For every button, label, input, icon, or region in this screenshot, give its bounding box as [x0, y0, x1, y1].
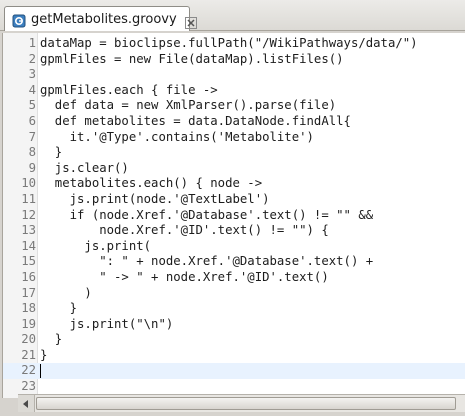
code-line[interactable]: 17 )	[3, 286, 465, 302]
line-number: 5	[28, 98, 36, 113]
line-text[interactable]: js.print("\n")	[40, 317, 174, 333]
line-text[interactable]: js.clear()	[40, 161, 129, 177]
code-line[interactable]: 5 def data = new XmlParser().parse(file)	[3, 98, 465, 114]
code-line[interactable]: 18 }	[3, 301, 465, 317]
line-number: 20	[21, 332, 36, 347]
line-number: 10	[21, 176, 36, 191]
code-line[interactable]: 1 dataMap = bioclipse.fullPath("/WikiPath…	[3, 36, 465, 52]
arrow-left-icon	[23, 399, 28, 408]
horizontal-scrollbar[interactable]	[18, 394, 465, 412]
code-line[interactable]: 11 js.print(node.'@TextLabel')	[3, 192, 465, 208]
code-line[interactable]: 20 }	[3, 332, 465, 348]
line-text[interactable]: def metabolites = data.DataNode.findAll{	[40, 114, 351, 130]
groovy-file-icon	[12, 13, 26, 27]
line-number: 23	[21, 379, 36, 394]
line-number: 14	[21, 238, 36, 253]
line-number: 19	[21, 316, 36, 331]
line-number: 1	[28, 36, 36, 50]
close-icon[interactable]	[184, 14, 197, 29]
line-text[interactable]: gpmlFiles = new File(dataMap).listFiles(…	[40, 52, 344, 68]
line-number: 13	[21, 223, 36, 238]
line-text[interactable]: it.'@Type'.contains('Metabolite')	[40, 130, 314, 146]
code-line[interactable]: 23	[3, 379, 465, 395]
line-number: 9	[28, 160, 36, 175]
line-text[interactable]: }	[40, 145, 62, 161]
text-caret	[40, 364, 41, 379]
line-text[interactable]: )	[40, 286, 91, 302]
line-text[interactable]: node.Xref.'@ID'.text() != "") {	[40, 223, 329, 239]
line-text[interactable]: dataMap = bioclipse.fullPath("/WikiPathw…	[40, 36, 418, 52]
tab-title: getMetabolites.groovy	[31, 12, 177, 27]
line-number: 22	[21, 363, 36, 378]
line-number: 4	[28, 82, 36, 97]
scroll-thumb[interactable]	[36, 397, 456, 410]
code-line[interactable]: 6 def metabolites = data.DataNode.findAl…	[3, 114, 465, 130]
code-line[interactable]: 16 " -> " + node.Xref.'@ID'.text()	[3, 270, 465, 286]
line-text[interactable]: ": " + node.Xref.'@Database'.text() +	[40, 254, 373, 270]
tab-getmetabolites[interactable]: getMetabolites.groovy	[4, 6, 197, 32]
line-text[interactable]: metabolites.each() { node ->	[40, 176, 262, 192]
line-text[interactable]: }	[40, 348, 47, 364]
line-text[interactable]: if (node.Xref.'@Database'.text() != "" &…	[40, 208, 374, 224]
code-line[interactable]: 22	[3, 363, 465, 380]
line-text[interactable]: }	[40, 301, 77, 317]
line-number: 7	[28, 129, 36, 144]
editor-tab-bar: getMetabolites.groovy	[0, 0, 465, 32]
code-line[interactable]: 19 js.print("\n")	[3, 317, 465, 333]
code-line[interactable]: 21}	[3, 348, 465, 364]
code-line[interactable]: 2 gpmlFiles = new File(dataMap).listFiles…	[3, 52, 465, 68]
line-number: 8	[28, 145, 36, 160]
code-line[interactable]: 15 ": " + node.Xref.'@Database'.text() +	[3, 254, 465, 270]
line-text[interactable]: gpmlFiles.each { file ->	[40, 83, 218, 99]
line-number: 21	[21, 347, 36, 362]
code-editor[interactable]: 1 dataMap = bioclipse.fullPath("/WikiPath…	[2, 33, 465, 398]
line-number: 2	[28, 51, 36, 66]
line-number: 16	[21, 269, 36, 284]
line-number: 11	[21, 191, 36, 206]
line-text[interactable]: def data = new XmlParser().parse(file)	[40, 98, 336, 114]
line-number: 18	[21, 301, 36, 316]
scroll-left-button[interactable]	[18, 395, 35, 412]
code-text[interactable]: 1 dataMap = bioclipse.fullPath("/WikiPath…	[3, 36, 465, 395]
line-text[interactable]: js.print(	[40, 239, 151, 255]
line-number: 15	[21, 254, 36, 269]
code-line[interactable]: 4 gpmlFiles.each { file ->	[3, 83, 465, 99]
line-text[interactable]: js.print(node.'@TextLabel')	[40, 192, 270, 208]
line-number: 17	[21, 285, 36, 300]
line-number: 12	[21, 207, 36, 222]
code-line[interactable]: 12 if (node.Xref.'@Database'.text() != "…	[3, 208, 465, 224]
code-line[interactable]: 8 }	[3, 145, 465, 161]
editor-area: 1 dataMap = bioclipse.fullPath("/WikiPath…	[0, 31, 465, 416]
line-text[interactable]: " -> " + node.Xref.'@ID'.text()	[40, 270, 329, 286]
code-line[interactable]: 10 metabolites.each() { node ->	[3, 176, 465, 192]
code-line[interactable]: 3	[3, 67, 465, 83]
code-line[interactable]: 14 js.print(	[3, 239, 465, 255]
line-number: 6	[28, 113, 36, 128]
code-line[interactable]: 9 js.clear()	[3, 161, 465, 177]
code-line[interactable]: 13 node.Xref.'@ID'.text() != "") {	[3, 223, 465, 239]
line-number: 3	[28, 67, 36, 82]
line-text[interactable]: }	[40, 332, 62, 348]
code-line[interactable]: 7 it.'@Type'.contains('Metabolite')	[3, 130, 465, 146]
